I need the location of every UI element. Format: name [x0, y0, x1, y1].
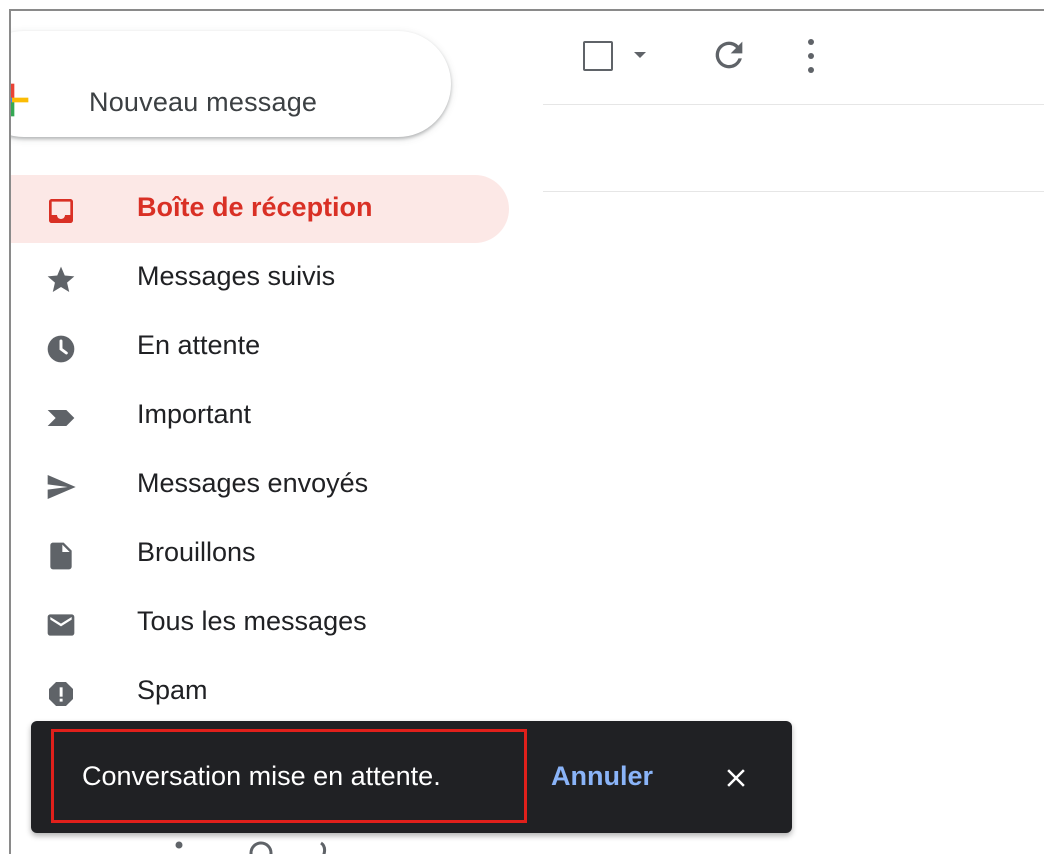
snackbar-message: Conversation mise en attente.: [82, 761, 441, 791]
star-icon: [47, 266, 75, 292]
sidebar-item-snoozed[interactable]: En attente: [11, 313, 511, 381]
sidebar-item-label: Messages envoyés: [137, 468, 369, 498]
sidebar-item-sent[interactable]: Messages envoyés: [11, 451, 511, 519]
list-divider: [543, 191, 1044, 192]
sidebar-item-starred[interactable]: Messages suivis: [11, 244, 511, 312]
send-icon: [47, 475, 76, 499]
important-icon: [47, 410, 75, 426]
select-checkbox[interactable]: [583, 41, 613, 71]
compose-button[interactable]: Nouveau message: [11, 31, 451, 137]
sidebar-item-all-mail[interactable]: Tous les messages: [11, 589, 511, 657]
clock-icon: [47, 335, 75, 363]
sidebar-item-label: Messages suivis: [137, 261, 336, 291]
report-icon: [49, 682, 73, 706]
sidebar-item-label: Tous les messages: [137, 606, 367, 636]
mail-icon: [47, 614, 75, 636]
sidebar-item-label: Important: [137, 399, 252, 429]
refresh-icon[interactable]: [709, 35, 749, 75]
sidebar-item-label: Spam: [137, 675, 208, 705]
sidebar-item-inbox[interactable]: Boîte de réception: [11, 175, 511, 243]
close-icon[interactable]: [721, 763, 751, 793]
snackbar: Conversation mise en attente. Annuler: [31, 721, 792, 833]
draft-icon: [50, 542, 72, 570]
toolbar-divider: [543, 104, 1044, 105]
more-vert-icon[interactable]: [801, 35, 821, 77]
sidebar-item-label: Boîte de réception: [137, 192, 373, 222]
undo-button[interactable]: Annuler: [551, 761, 653, 792]
sidebar-item-label: En attente: [137, 330, 261, 360]
compose-label: Nouveau message: [89, 87, 318, 117]
sidebar-item-spam[interactable]: Spam: [11, 658, 511, 726]
sidebar-item-important[interactable]: Important: [11, 382, 511, 450]
caret-down-icon[interactable]: [634, 52, 646, 58]
plus-multicolor-icon: [11, 83, 29, 117]
inbox-icon: [49, 199, 73, 223]
sidebar-item-label: Brouillons: [137, 537, 256, 567]
hangouts-icons-partial: [175, 841, 327, 854]
sidebar-item-drafts[interactable]: Brouillons: [11, 520, 511, 588]
